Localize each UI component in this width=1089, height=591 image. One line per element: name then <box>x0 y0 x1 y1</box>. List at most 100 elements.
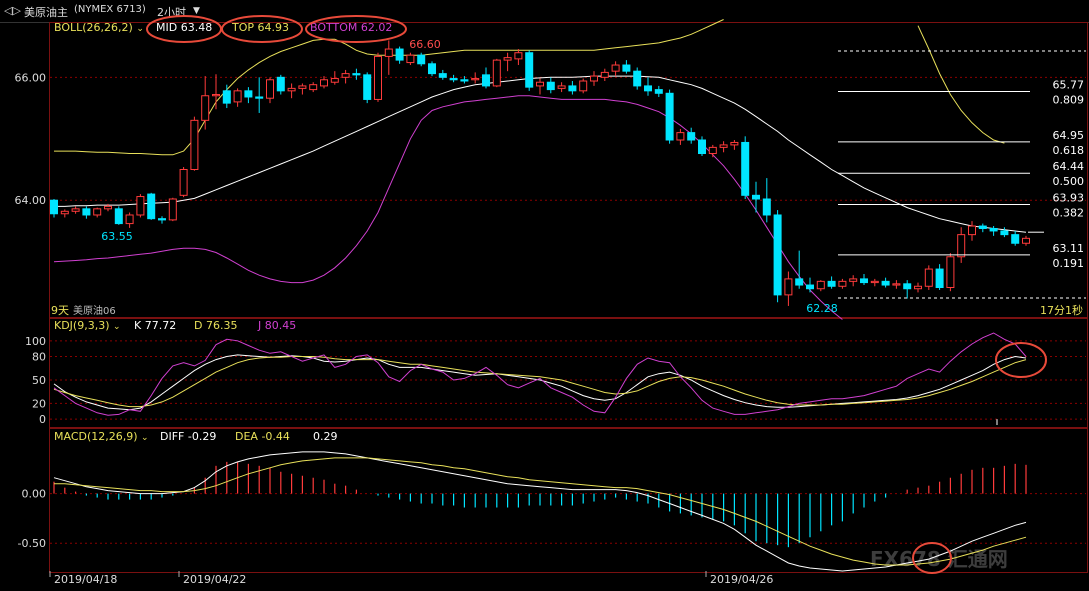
fib-ratio-label: 0.500 <box>1053 175 1085 188</box>
candle-body <box>417 54 426 65</box>
fib-price-label: 63.11 <box>1053 242 1085 255</box>
candle-body <box>233 90 242 103</box>
candle-body <box>730 141 739 146</box>
candle-body <box>309 84 318 91</box>
candle-body <box>946 256 955 289</box>
boll-mid-line <box>54 75 1027 233</box>
fib-ratio-label: 0.809 <box>1053 93 1085 106</box>
candle-body <box>590 75 598 82</box>
candle-body <box>795 278 804 286</box>
candle-body <box>698 139 706 155</box>
candle-body <box>50 199 58 215</box>
candle-body <box>114 208 123 225</box>
candle-body <box>212 94 220 97</box>
candle-body <box>514 52 523 60</box>
candle-body <box>773 214 782 296</box>
candle-body <box>320 79 328 87</box>
price-axis-tick: 64.00 <box>15 194 47 207</box>
candle-body <box>471 78 480 81</box>
fib-price-label: 65.77 <box>1053 78 1085 91</box>
candle-body <box>104 205 112 210</box>
candle-body <box>881 280 890 286</box>
candle-body <box>784 278 793 296</box>
kdj-j-line <box>53 332 1027 416</box>
candle-body <box>568 85 577 92</box>
candle-body <box>266 79 274 99</box>
macd-axis-tick: -0.50 <box>18 537 46 550</box>
candle-body <box>82 208 91 216</box>
candle-body <box>428 63 436 75</box>
candle-body <box>816 280 825 290</box>
candle-body <box>806 284 814 290</box>
candle-body <box>222 90 231 104</box>
candle-body <box>557 85 566 89</box>
low-annotation-right: 62.28 <box>806 302 838 315</box>
candle-body <box>201 95 210 121</box>
candle-body <box>384 48 393 57</box>
kdj-axis-tick: 20 <box>32 397 46 410</box>
candle-body <box>708 146 717 155</box>
kdj-axis-tick: 80 <box>32 350 46 363</box>
candle-body <box>438 73 447 78</box>
candle-body <box>903 283 912 290</box>
kdj-axis-tick: 100 <box>25 335 46 348</box>
candle-body <box>525 52 534 88</box>
candle-body <box>363 74 372 100</box>
candle-body <box>147 193 156 220</box>
candle-body <box>374 55 382 100</box>
candle-body <box>1000 230 1009 236</box>
candle-body <box>719 144 728 148</box>
x-axis-date-label: 2019/04/18 <box>54 573 117 586</box>
macd-diff-line <box>53 451 1027 572</box>
candle-body <box>968 225 976 236</box>
candle-body <box>1011 234 1020 244</box>
candle-body <box>276 76 285 92</box>
candle-body <box>341 73 350 78</box>
low-annotation-left: 63.55 <box>101 230 133 243</box>
candle-body <box>676 132 685 141</box>
candle-body <box>406 54 415 64</box>
candle-body <box>978 225 987 230</box>
chart-canvas: 66.00 64.00 65.77 0.809 64.95 0.618 64.44 0.500… <box>15 15 1086 586</box>
candle-body <box>827 280 836 287</box>
price-axis-tick: 66.00 <box>15 71 47 84</box>
candle-body <box>924 268 933 287</box>
candle-body <box>298 85 307 89</box>
candle-body <box>179 169 188 196</box>
candle-body <box>989 228 998 232</box>
candle-body <box>1022 237 1030 244</box>
candle-body <box>255 96 264 99</box>
candle-body <box>71 208 80 212</box>
candle-body <box>892 283 901 286</box>
candle-body <box>752 194 760 200</box>
kdj-axis-tick: 0 <box>39 413 46 426</box>
top-highlight-circle <box>221 15 303 43</box>
candle-body <box>60 210 69 215</box>
candle-body <box>287 87 296 92</box>
candle-body <box>838 280 847 287</box>
candle-body <box>244 90 253 98</box>
candle-body <box>914 285 922 290</box>
candle-body <box>168 198 177 221</box>
candle-body <box>546 81 555 91</box>
candle-body <box>330 78 339 83</box>
candle-body <box>482 74 490 87</box>
candle-body <box>611 64 620 72</box>
candle-body <box>460 79 469 82</box>
candle-body <box>741 141 750 196</box>
fib-price-label: 64.95 <box>1053 129 1085 142</box>
candle-body <box>849 278 858 282</box>
candle-body <box>600 71 609 78</box>
candle-body <box>654 89 663 94</box>
candle-body <box>352 73 361 76</box>
candle-body <box>665 92 674 141</box>
bottom-highlight-circle <box>305 15 407 43</box>
candle-body <box>93 208 102 216</box>
candle-body <box>935 268 944 288</box>
kdj-axis-tick: 50 <box>32 374 46 387</box>
fib-ratio-label: 0.191 <box>1053 257 1085 270</box>
candle-body <box>579 80 588 92</box>
x-axis-date-label: 2019/04/22 <box>183 573 246 586</box>
candle-body <box>644 85 652 92</box>
fib-ratio-label: 0.618 <box>1053 144 1085 157</box>
